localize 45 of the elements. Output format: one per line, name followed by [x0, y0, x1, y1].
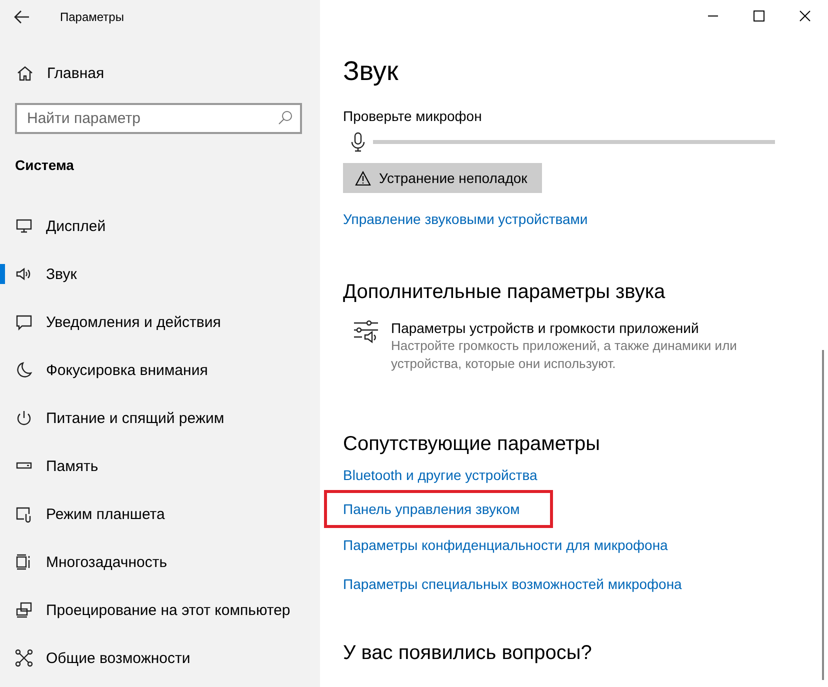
- projector-screens-icon: [15, 601, 33, 619]
- sidebar-item[interactable]: Память: [0, 442, 320, 490]
- sidebar-item[interactable]: Звук: [0, 250, 320, 298]
- mic-test-label: Проверьте микрофон: [343, 107, 482, 125]
- speech-bubble-icon: [15, 313, 33, 331]
- sidebar-item[interactable]: Проецирование на этот компьютер: [0, 586, 320, 634]
- manage-devices-link[interactable]: Управление звуковыми устройствами: [343, 210, 588, 228]
- moon-icon: [15, 361, 33, 379]
- scrollbar[interactable]: [822, 350, 824, 680]
- page-title: Звук: [343, 55, 400, 88]
- search-icon: [277, 110, 293, 126]
- sidebar-item[interactable]: Режим планшета: [0, 490, 320, 538]
- related-link[interactable]: Параметры конфиденциальности для микрофона: [343, 536, 668, 554]
- close-icon: [799, 10, 811, 22]
- related-link[interactable]: Панель управления звуком: [324, 490, 553, 528]
- related-link[interactable]: Bluetooth и другие устройства: [343, 466, 538, 484]
- home-item[interactable]: Главная: [0, 58, 320, 88]
- section-heading: Система: [15, 156, 74, 175]
- sidebar-item[interactable]: Многозадачность: [0, 538, 320, 586]
- shared-network-icon: [15, 649, 33, 667]
- monitor-icon: [15, 217, 33, 235]
- power-icon: [15, 409, 33, 427]
- section-heading: Дополнительные параметры звука: [343, 280, 666, 305]
- app-volume-item[interactable]: Параметры устройств и громкости приложений Настройте громкость приложений, а также динамики или устройства, которые они используют.: [343, 319, 828, 373]
- tablet-icon: [15, 505, 33, 523]
- item-description: Настройте громкость приложений, а также динамики или устройства, которые они используют.: [391, 337, 738, 373]
- window-title: Параметры: [60, 10, 124, 24]
- home-icon: [16, 64, 34, 82]
- sidebar-item[interactable]: Дисплей: [0, 202, 320, 250]
- sidebar-item[interactable]: Фокусировка внимания: [0, 346, 320, 394]
- microphone-icon: [351, 132, 365, 152]
- search-field[interactable]: Найти параметр: [15, 103, 302, 134]
- maximize-icon: [753, 10, 765, 22]
- mixer-icon: [353, 319, 379, 345]
- section-heading: Сопутствующие параметры: [343, 432, 602, 457]
- related-link[interactable]: Параметры специальных возможностей микрофона: [343, 575, 682, 593]
- troubleshoot-button[interactable]: Устранение неполадок: [343, 163, 542, 193]
- sidebar-item[interactable]: Уведомления и действия: [0, 298, 320, 346]
- back-arrow-icon: [14, 10, 30, 24]
- section-heading: У вас появились вопросы?: [343, 641, 593, 666]
- item-title: Параметры устройств и громкости приложений: [391, 319, 700, 337]
- sidebar-item[interactable]: Общие возможности: [0, 634, 320, 682]
- speaker-icon: [15, 265, 33, 283]
- sidebar-item[interactable]: Питание и спящий режим: [0, 394, 320, 442]
- warning-icon: [355, 170, 371, 186]
